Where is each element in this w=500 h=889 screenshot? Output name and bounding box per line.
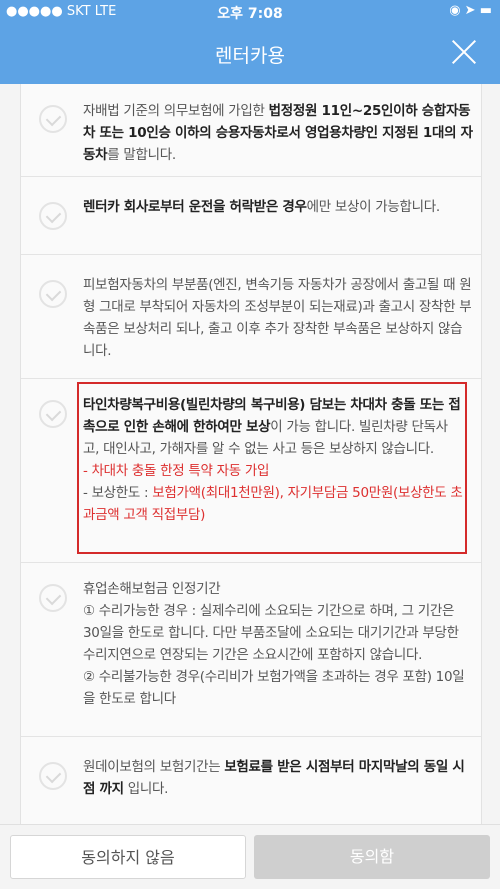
status-bar: ●●●●● SKT LTE 오후 7:08 ◉ ➤ ▬ <box>0 0 500 22</box>
status-time: 오후 7:08 <box>217 6 283 22</box>
agree-button[interactable]: 동의함 <box>254 835 490 879</box>
terms-list[interactable]: 자배법 기준의 의무보험에 가입한 법정정원 11인~25인이하 승합자동차 또… <box>20 84 482 824</box>
page-title: 렌터카용 <box>215 45 285 67</box>
header: 렌터카용 <box>0 22 500 84</box>
list-item[interactable]: 원데이보험의 보험기간는 보험료를 받은 시점부터 마지막날의 동일 시점 까지… <box>21 736 481 824</box>
item-line: - 차대차 충돌 한정 특약 자동 가입 <box>83 463 270 479</box>
item-text: 렌터카 회사로부터 운전을 허락받은 경우에만 보상이 가능합니다. <box>83 196 473 218</box>
item-paragraph: 자배법 기준의 의무보험에 가입한 법정정원 11인~25인이하 승합자동차 또… <box>83 103 473 163</box>
list-item[interactable]: 휴업손해보험금 인정기간 ① 수리가능한 경우 : 실제수리에 소요되는 기간으로… <box>21 562 481 737</box>
list-item[interactable]: 피보험자동차의 부분품(엔진, 변속기등 자동차가 공장에서 출고될 때 원형 … <box>21 254 481 379</box>
item-text: 휴업손해보험금 인정기간 ① 수리가능한 경우 : 실제수리에 소요되는 기간으로… <box>83 578 473 710</box>
check-circle-icon[interactable] <box>39 202 67 230</box>
content-area: 자배법 기준의 의무보험에 가입한 법정정원 11인~25인이하 승합자동차 또… <box>0 84 500 824</box>
item-text: 타인차량복구비용(빌린차량의 복구비용) 담보는 차대차 충돌 또는 접촉으로 … <box>83 394 463 526</box>
list-item[interactable]: 타인차량복구비용(빌린차량의 복구비용) 담보는 차대차 충돌 또는 접촉으로 … <box>21 378 481 563</box>
list-item[interactable]: 자배법 기준의 의무보험에 가입한 법정정원 11인~25인이하 승합자동차 또… <box>21 84 481 177</box>
disagree-button[interactable]: 동의하지 않음 <box>10 835 246 879</box>
footer: 동의하지 않음 동의함 <box>0 824 500 889</box>
item-paragraph: 휴업손해보험금 인정기간 <box>83 581 221 597</box>
check-circle-icon[interactable] <box>39 762 67 790</box>
item-text: 원데이보험의 보험기간는 보험료를 받은 시점부터 마지막날의 동일 시점 까지… <box>83 756 473 800</box>
check-circle-icon[interactable] <box>39 105 67 133</box>
close-icon[interactable] <box>448 36 480 68</box>
check-circle-icon[interactable] <box>39 280 67 308</box>
item-paragraph: 타인차량복구비용(빌린차량의 복구비용) 담보는 차대차 충돌 또는 접촉으로 … <box>83 397 461 457</box>
check-circle-icon[interactable] <box>39 584 67 612</box>
item-paragraph: 렌터카 회사로부터 운전을 허락받은 경우에만 보상이 가능합니다. <box>83 199 440 215</box>
item-line: ① 수리가능한 경우 : 실제수리에 소요되는 기간으로 하며, 그 기간은 3… <box>83 603 459 663</box>
list-item[interactable]: 렌터카 회사로부터 운전을 허락받은 경우에만 보상이 가능합니다. <box>21 176 481 255</box>
item-paragraph: 피보험자동차의 부분품(엔진, 변속기등 자동차가 공장에서 출고될 때 원형 … <box>83 277 472 359</box>
status-icons: ◉ ➤ ▬ <box>449 3 492 18</box>
item-text: 자배법 기준의 의무보험에 가입한 법정정원 11인~25인이하 승합자동차 또… <box>83 100 473 166</box>
check-circle-icon[interactable] <box>39 400 67 428</box>
item-paragraph: 원데이보험의 보험기간는 보험료를 받은 시점부터 마지막날의 동일 시점 까지… <box>83 759 465 797</box>
item-line: - 보상한도 : 보험가액(최대1천만원), 자기부담금 50만원(보상한도 초… <box>83 485 463 523</box>
item-text: 피보험자동차의 부분품(엔진, 변속기등 자동차가 공장에서 출고될 때 원형 … <box>83 274 473 362</box>
item-line: ② 수리불가능한 경우(수리비가 보험가액을 초과하는 경우 포함) 10일을 … <box>83 669 465 707</box>
